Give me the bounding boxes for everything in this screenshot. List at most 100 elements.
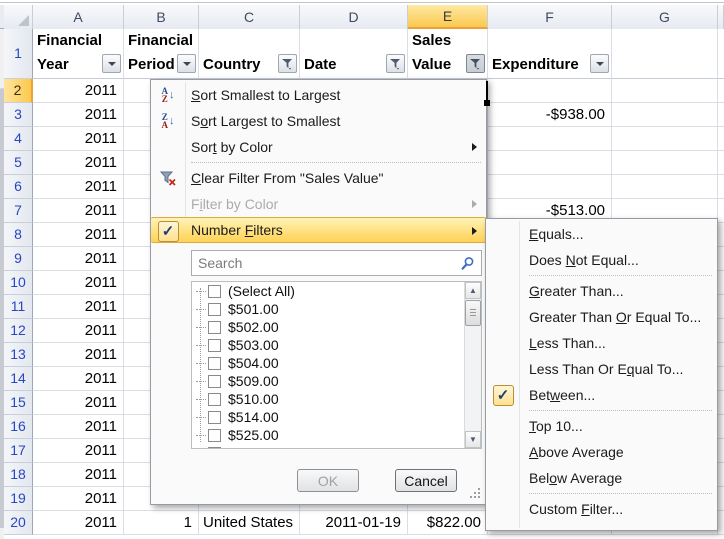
menu-item-sort-largest-to-smallest[interactable]: ZA↓Sort Largest to Smallest [151, 108, 486, 134]
cell-A4[interactable]: 2011 [33, 127, 124, 151]
header-cell-sales-value[interactable]: Sales Value [408, 29, 488, 79]
checkbox-icon[interactable] [208, 321, 221, 334]
filter-value-item[interactable]: $504.00 [192, 354, 481, 372]
filter-value-item[interactable]: (Select All) [192, 282, 481, 300]
cell-F2[interactable] [488, 79, 612, 103]
cell-A2[interactable]: 2011 [33, 79, 124, 103]
cell-A10[interactable]: 2011 [33, 271, 124, 295]
submenu-item-custom-filter[interactable]: Custom Filter... [486, 496, 717, 522]
list-scrollbar[interactable]: ▲ ▼ [464, 282, 481, 448]
cell-A18[interactable]: 2011 [33, 463, 124, 487]
header-cell-empty-g[interactable] [612, 29, 718, 79]
submenu-item-less-than[interactable]: Less Than... [486, 330, 717, 356]
row-header-8[interactable]: 8 [4, 223, 33, 247]
checkbox-icon[interactable] [208, 303, 221, 316]
cell-A16[interactable]: 2011 [33, 415, 124, 439]
row-header-4[interactable]: 4 [4, 127, 33, 151]
checkbox-icon[interactable] [208, 411, 221, 424]
checkbox-icon[interactable] [208, 357, 221, 370]
column-header-D[interactable]: D [300, 5, 408, 29]
menu-item-clear-filter[interactable]: Clear Filter From "Sales Value" [151, 165, 486, 191]
cell-A14[interactable]: 2011 [33, 367, 124, 391]
row-header-5[interactable]: 5 [4, 151, 33, 175]
row-header-10[interactable]: 10 [4, 271, 33, 295]
menu-resize-grip[interactable] [470, 488, 482, 500]
checkbox-icon[interactable] [208, 339, 221, 352]
row-header-11[interactable]: 11 [4, 295, 33, 319]
submenu-item-less-than-or-equal-to[interactable]: Less Than Or Equal To... [486, 356, 717, 382]
filter-dropdown-button-financial-year[interactable] [102, 54, 121, 73]
cancel-button[interactable]: Cancel [395, 469, 457, 492]
row-header-17[interactable]: 17 [4, 439, 33, 463]
scroll-down-button[interactable]: ▼ [465, 431, 481, 448]
cell-A8[interactable]: 2011 [33, 223, 124, 247]
row-header-16[interactable]: 16 [4, 415, 33, 439]
row-header-13[interactable]: 13 [4, 343, 33, 367]
checkbox-icon[interactable] [208, 447, 221, 450]
cell-A11[interactable]: 2011 [33, 295, 124, 319]
cell-C20[interactable]: United States [199, 511, 300, 535]
cell-G5[interactable] [612, 151, 718, 175]
cell-A12[interactable]: 2011 [33, 319, 124, 343]
cell-G3[interactable] [612, 103, 718, 127]
cell-D20[interactable]: 2011-01-19 [300, 511, 408, 535]
submenu-item-equals[interactable]: Equals... [486, 221, 717, 247]
cell-F6[interactable] [488, 175, 612, 199]
column-header-A[interactable]: A [33, 5, 124, 29]
scroll-up-button[interactable]: ▲ [465, 282, 481, 299]
column-header-G[interactable]: G [612, 5, 718, 29]
cell-A15[interactable]: 2011 [33, 391, 124, 415]
filter-funnel-button-sales-value-open[interactable] [466, 54, 485, 73]
active-cell-fill-handle[interactable] [484, 100, 490, 106]
cell-F4[interactable] [488, 127, 612, 151]
cell-G6[interactable] [612, 175, 718, 199]
row-header-1[interactable]: 1 [4, 29, 33, 79]
menu-item-sort-by-color[interactable]: Sort by Color [151, 134, 486, 160]
cell-A7[interactable]: 2011 [33, 199, 124, 223]
filter-dropdown-button-financial-period[interactable] [177, 54, 196, 73]
column-header-C[interactable]: C [199, 5, 300, 29]
menu-item-sort-smallest-to-largest[interactable]: AZ↓Sort Smallest to Largest [151, 82, 486, 108]
cell-F3[interactable]: -$938.00 [488, 103, 612, 127]
submenu-item-below-average[interactable]: Below Average [486, 465, 717, 491]
submenu-item-between[interactable]: ✓Between... [486, 382, 717, 408]
cell-A6[interactable]: 2011 [33, 175, 124, 199]
filter-value-item[interactable]: $510.00 [192, 390, 481, 408]
filter-funnel-button-date[interactable] [386, 54, 405, 73]
cell-G2[interactable] [612, 79, 718, 103]
header-cell-date[interactable]: Date [300, 29, 408, 79]
submenu-item-above-average[interactable]: Above Average [486, 439, 717, 465]
cell-A20[interactable]: 2011 [33, 511, 124, 535]
cell-A13[interactable]: 2011 [33, 343, 124, 367]
menu-item-number-filters[interactable]: ✓Number Filters [151, 217, 486, 243]
row-header-9[interactable]: 9 [4, 247, 33, 271]
row-header-12[interactable]: 12 [4, 319, 33, 343]
cell-B20[interactable]: 1 [124, 511, 199, 535]
row-header-15[interactable]: 15 [4, 391, 33, 415]
filter-value-item[interactable]: $525.00 [192, 426, 481, 444]
cell-A9[interactable]: 2011 [33, 247, 124, 271]
row-header-19[interactable]: 19 [4, 487, 33, 511]
header-cell-country[interactable]: Country [199, 29, 300, 79]
row-header-14[interactable]: 14 [4, 367, 33, 391]
cell-A3[interactable]: 2011 [33, 103, 124, 127]
header-cell-expenditure[interactable]: Expenditure [488, 29, 612, 79]
filter-funnel-button-country[interactable] [278, 54, 297, 73]
column-header-F[interactable]: F [488, 5, 612, 29]
checkbox-icon[interactable] [208, 393, 221, 406]
cell-F5[interactable] [488, 151, 612, 175]
column-header-B[interactable]: B [124, 5, 199, 29]
submenu-item-greater-than-or-equal-to[interactable]: Greater Than Or Equal To... [486, 304, 717, 330]
row-header-18[interactable]: 18 [4, 463, 33, 487]
cell-E20[interactable]: $822.00 [408, 511, 488, 535]
cell-A17[interactable]: 2011 [33, 439, 124, 463]
column-header-E-selected[interactable]: E [408, 5, 488, 29]
filter-value-item[interactable] [192, 444, 481, 449]
filter-value-item[interactable]: $501.00 [192, 300, 481, 318]
submenu-item-greater-than[interactable]: Greater Than... [486, 278, 717, 304]
header-cell-financial-year[interactable]: Financial Year [33, 29, 124, 79]
row-header-6[interactable]: 6 [4, 175, 33, 199]
header-cell-financial-period[interactable]: Financial Period [124, 29, 199, 79]
row-header-7[interactable]: 7 [4, 199, 33, 223]
filter-value-item[interactable]: $503.00 [192, 336, 481, 354]
